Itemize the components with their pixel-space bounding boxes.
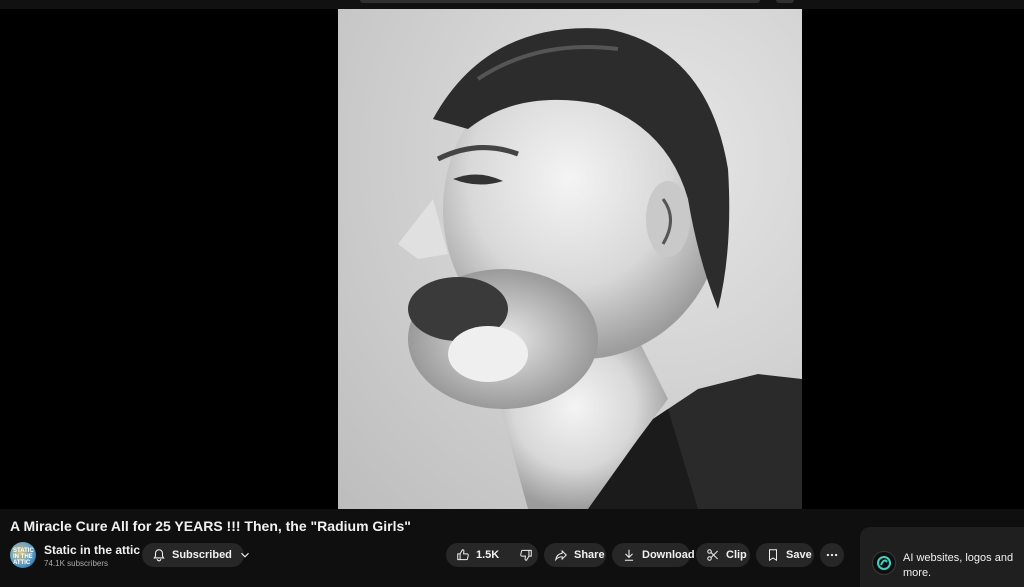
bookmark-icon — [769, 549, 777, 562]
clip-label: Clip — [726, 549, 747, 561]
scissors-icon — [707, 549, 719, 561]
subscribed-label: Subscribed — [172, 549, 232, 561]
thumbs-down-icon — [520, 549, 532, 561]
download-icon — [624, 549, 634, 561]
video-player[interactable] — [0, 9, 1024, 509]
avatar-text: STATIC IN THE ATTIC — [13, 548, 34, 566]
like-dislike-group: 1.5K — [446, 543, 538, 567]
more-actions-button[interactable] — [820, 543, 844, 567]
top-bar — [0, 0, 1024, 9]
dislike-button[interactable] — [509, 543, 543, 567]
channel-name[interactable]: Static in the attic — [44, 543, 140, 557]
download-button[interactable]: Download — [612, 543, 695, 567]
promo-card[interactable]: AI websites, logos and more. — [860, 527, 1024, 587]
subscriber-count: 74.1K subscribers — [44, 559, 109, 568]
video-title: A Miracle Cure All for 25 YEARS !!! Then… — [10, 518, 411, 534]
channel-avatar[interactable]: STATIC IN THE ATTIC — [10, 542, 36, 568]
chevron-down-icon — [240, 552, 249, 558]
promo-logo-icon — [872, 551, 896, 575]
like-count: 1.5K — [476, 549, 500, 561]
share-button[interactable]: Share — [544, 543, 606, 567]
clip-button[interactable]: Clip — [696, 543, 750, 567]
download-label: Download — [642, 549, 695, 561]
more-horizontal-icon — [826, 553, 838, 557]
video-still-image — [398, 28, 802, 509]
share-arrow-icon — [554, 549, 567, 562]
like-button[interactable]: 1.5K — [446, 543, 509, 567]
save-button[interactable]: Save — [756, 543, 814, 567]
thumbs-up-icon — [457, 549, 469, 561]
share-label: Share — [574, 549, 605, 561]
bell-icon — [153, 549, 165, 562]
search-bar-edge[interactable] — [360, 0, 760, 3]
mic-button-edge[interactable] — [776, 0, 794, 3]
promo-text: AI websites, logos and more. — [903, 552, 1014, 579]
subscribed-button[interactable]: Subscribed — [142, 543, 249, 567]
save-label: Save — [786, 549, 812, 561]
video-frame[interactable] — [338, 9, 802, 509]
